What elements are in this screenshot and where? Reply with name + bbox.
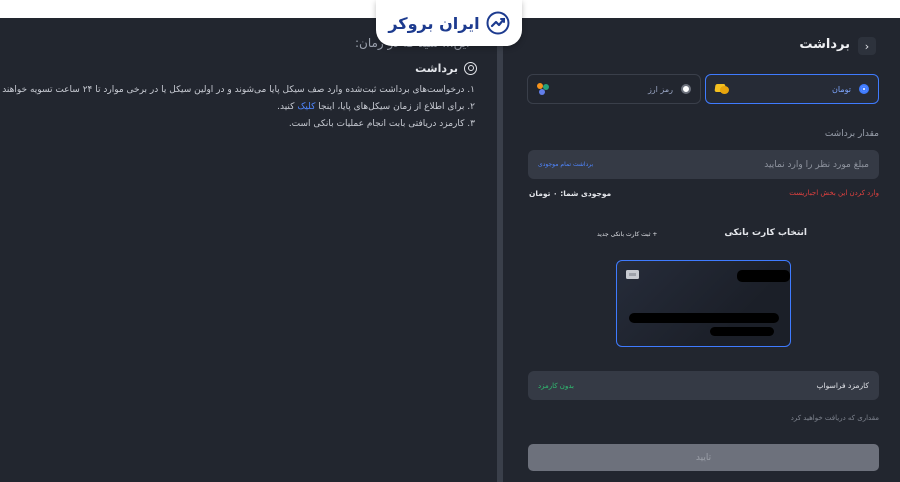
fee-value: بدون کارمزد (538, 381, 574, 390)
receive-text: مقداری که دریافت خواهید کرد (790, 414, 879, 422)
brand-logo[interactable]: ایران بروکر (376, 0, 522, 46)
redacted-card-sheba (710, 327, 774, 336)
note-item: ۲. برای اطلاع از زمان سیکل‌های پایا، این… (5, 99, 475, 116)
add-card-button[interactable]: + ثبت کارت بانکی جدید (597, 231, 657, 238)
info-subheading-label: برداشت (415, 62, 458, 75)
redacted-card-number (629, 313, 779, 323)
page-title: برداشت (799, 37, 850, 52)
brand-name: ایران بروکر (388, 13, 480, 33)
toman-coin-icon (715, 83, 729, 95)
fee-row: کارمزد فراسواپ بدون کارمزد (528, 371, 879, 400)
user-icon (464, 62, 477, 75)
chevron-right-icon: ‹ (864, 39, 870, 53)
note-item: ۱. درخواست‌های برداشت ثبت‌شده وارد صف سی… (0, 85, 475, 95)
amount-label: مقدار برداشت (824, 129, 879, 139)
card-section-title: انتخاب کارت بانکی (724, 228, 807, 238)
fee-label: کارمزد فراسواپ (816, 381, 869, 390)
confirm-button[interactable]: تایید (528, 444, 879, 471)
note-item: ۳. کارمزد دریافتی بابت انجام عملیات بانک… (288, 119, 475, 129)
withdraw-all-link[interactable]: برداشت تمام موجودی (538, 161, 593, 168)
currency-crypto-label: رمز ارز (647, 84, 673, 94)
radio-unselected-icon (681, 84, 691, 94)
crypto-coins-icon (537, 82, 550, 96)
note-text: ۲. برای اطلاع از زمان سیکل‌های پایا، این… (318, 102, 475, 112)
chart-trend-icon (486, 11, 510, 35)
amount-input[interactable]: مبلغ مورد نظر را وارد نمایید برداشت تمام… (528, 150, 879, 179)
redacted-card-holder (737, 270, 790, 282)
info-subheading: برداشت (415, 62, 477, 75)
currency-toman-label: تومان (832, 84, 851, 94)
back-button[interactable]: ‹ (858, 37, 876, 55)
radio-selected-icon (859, 84, 869, 94)
notes-list: ۱. درخواست‌های برداشت ثبت‌شده وارد صف سی… (0, 82, 475, 133)
currency-toman-option[interactable]: تومان (705, 74, 879, 104)
currency-crypto-option[interactable]: رمز ارز (527, 74, 701, 104)
click-link[interactable]: کلیک (297, 102, 315, 112)
required-error: وارد کردن این بخش اجباریست (789, 189, 879, 197)
amount-placeholder: مبلغ مورد نظر را وارد نمایید (764, 159, 869, 170)
balance-text: موجودی شما: ۰ تومان (529, 189, 612, 198)
bank-card[interactable] (616, 260, 791, 347)
note-text: کنید. (277, 102, 295, 112)
info-panel: "این... شید که در زمان: برداشت ۱. درخواس… (0, 18, 497, 482)
card-chip-icon (626, 270, 639, 279)
withdraw-panel: ‹ برداشت تومان رمز ارز مقدار برداشت مبلغ… (503, 18, 900, 482)
